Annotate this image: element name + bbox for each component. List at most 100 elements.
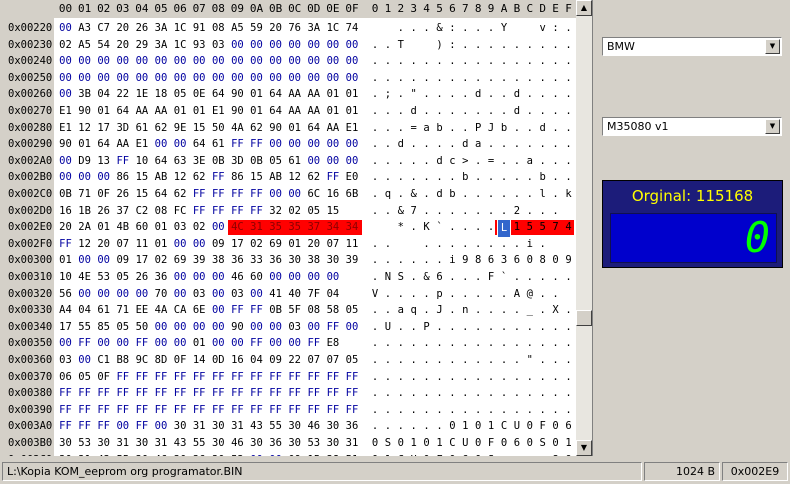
ascii-char[interactable]: . [433,352,447,369]
ascii-char[interactable]: . [368,136,382,153]
hex-row[interactable]: 0x003C0303143553046303630530000091538510… [0,452,576,456]
ascii-char[interactable]: . [549,269,563,286]
ascii-char[interactable]: . [549,53,563,70]
hex-row[interactable]: 0x00230 02 A5 54 20 29 3A 1C 93 03 00 00 00 00 00 00 00.… [0,37,585,54]
hex-byte[interactable]: 01 [249,103,264,120]
hex-row[interactable]: 0x002D0 16 1B 26 37 C2 08 FC FF FF FF FF 32 02 05 15.. &… [0,203,576,220]
hex-byte[interactable]: 04 [249,352,264,369]
hex-byte[interactable]: 3A [154,37,169,54]
ascii-char[interactable]: . [420,385,434,402]
hex-byte[interactable]: 10 [134,153,149,170]
hex-byte[interactable]: FF [77,385,92,402]
ascii-char[interactable]: . [471,352,485,369]
hex-byte[interactable]: A3 [77,20,92,37]
hex-byte[interactable]: 00 [115,70,130,87]
ascii-char[interactable]: . [433,319,447,336]
ascii-char[interactable]: . [407,153,421,170]
hex-byte[interactable]: 3B [77,86,92,103]
hex-byte[interactable]: 13 [96,153,111,170]
hex-byte[interactable]: 01 [154,219,169,236]
hex-byte[interactable]: 04 [325,286,340,303]
hex-byte[interactable]: 61 [96,302,111,319]
ascii-char[interactable]: & [433,20,447,37]
hex-byte[interactable]: 00 [268,269,283,286]
hex-byte[interactable]: 31 [249,219,264,236]
hex-byte[interactable]: FF [77,402,92,419]
hex-byte[interactable]: 26 [96,203,111,220]
ascii-char[interactable]: . [471,153,485,170]
hex-byte[interactable]: 0F [96,369,111,386]
ascii-char[interactable]: 7 [549,219,563,236]
ascii-char[interactable]: . [394,120,408,137]
hex-byte[interactable]: 36 [154,269,169,286]
ascii-char[interactable]: . [368,169,382,186]
hex-byte[interactable]: FF [249,335,264,352]
ascii-char[interactable]: . [381,37,395,54]
hex-byte[interactable]: 00 [134,286,149,303]
ascii-char[interactable]: . [471,70,485,87]
hex-byte[interactable]: FF [211,369,226,386]
hex-byte[interactable]: 3A [306,20,321,37]
hex-byte[interactable]: 71 [77,186,92,203]
chevron-down-icon[interactable]: ▼ [765,119,780,134]
ascii-char[interactable]: . [368,86,382,103]
hex-byte[interactable]: 00 [154,136,169,153]
ascii-char[interactable]: . [497,236,511,253]
hex-byte[interactable]: 20 [115,20,130,37]
hex-byte[interactable]: 3A [154,20,169,37]
ascii-char[interactable]: . [458,186,472,203]
hex-byte[interactable]: 61 [211,136,226,153]
ascii-char[interactable]: . [471,335,485,352]
ascii-char[interactable]: . [445,286,459,303]
hex-byte[interactable]: 0B [249,153,264,170]
ascii-char[interactable]: . [523,269,537,286]
ascii-char[interactable]: . [458,236,472,253]
ascii-char[interactable]: . [484,385,498,402]
ascii-char[interactable]: J [484,120,498,137]
hex-byte[interactable]: 00 [230,70,245,87]
hex-byte[interactable]: FF [268,369,283,386]
ascii-char[interactable]: 0 [523,252,537,269]
hex-byte[interactable]: 56 [58,286,73,303]
ascii-char[interactable]: . [536,302,550,319]
hex-byte[interactable]: 00 [154,53,169,70]
hex-byte[interactable]: 00 [173,335,188,352]
hex-byte[interactable]: 93 [192,37,207,54]
ascii-char[interactable]: . [484,402,498,419]
ascii-char[interactable]: k [562,186,576,203]
hex-byte[interactable]: 00 [96,53,111,70]
ascii-char[interactable]: . [471,402,485,419]
hex-byte[interactable]: 43 [96,452,111,456]
ascii-char[interactable]: b [458,169,472,186]
hex-byte[interactable]: 64 [96,136,111,153]
hex-byte[interactable]: 85 [96,319,111,336]
hex-byte[interactable]: 00 [134,70,149,87]
ascii-char[interactable]: . [471,186,485,203]
ascii-char[interactable]: . [549,203,563,220]
hex-byte[interactable]: FF [96,418,111,435]
ascii-char[interactable]: . [433,203,447,220]
hex-byte[interactable]: 00 [268,53,283,70]
ascii-char[interactable]: . [381,153,395,170]
hex-byte[interactable]: 17 [230,236,245,253]
hex-byte[interactable]: 00 [154,418,169,435]
hex-byte[interactable]: 46 [306,418,321,435]
ascii-char[interactable]: . [471,286,485,303]
ascii-char[interactable]: . [510,385,524,402]
ascii-char[interactable]: . [523,103,537,120]
ascii-char[interactable]: . [549,369,563,386]
hex-byte[interactable]: FF [230,136,245,153]
ascii-char[interactable]: . [536,286,550,303]
hex-row[interactable]: 0x002A0 00 D9 13 FF 10 64 63 3E 0B 3D 0B 05 61 00 00 00.… [0,153,576,170]
ascii-char[interactable]: . [510,37,524,54]
hex-byte[interactable]: 32 [268,203,283,220]
ascii-char[interactable]: : [445,37,459,54]
hex-byte[interactable]: FF [249,302,264,319]
hex-row[interactable]: 0x00380 FF FF FF FF FF FF FF FF FF FF FF FF FF FF FF FF.… [0,385,576,402]
scroll-up-button[interactable]: ▲ [576,0,592,16]
ascii-char[interactable]: U [510,418,524,435]
ascii-char[interactable]: q [407,302,421,319]
hex-byte[interactable]: 30 [249,435,264,452]
ascii-char[interactable]: . [368,319,382,336]
ascii-char[interactable]: . [510,236,524,253]
